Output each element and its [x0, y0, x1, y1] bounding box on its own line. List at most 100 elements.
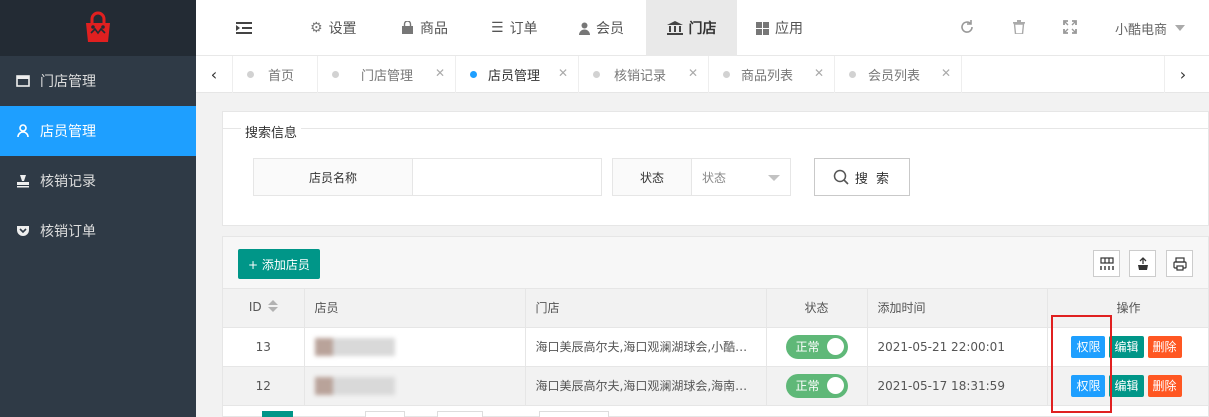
user-icon [16, 124, 30, 138]
tab-dot [723, 71, 730, 78]
permission-button[interactable]: 权限 [1071, 374, 1106, 397]
sidebar-item-label: 店员管理 [40, 124, 96, 140]
pager-jump-button[interactable] [437, 411, 483, 417]
nav-label: 订单 [509, 21, 538, 37]
column-label: ID [248, 300, 262, 315]
column-header-added-time: 添加时间 [867, 289, 1048, 328]
column-header-staff: 店员 [304, 289, 526, 328]
sidebar-item-store-management[interactable]: 门店管理 [0, 56, 196, 106]
tab-label: 商品列表 [741, 69, 794, 84]
tab-store-management[interactable]: 门店管理 ✕ [318, 56, 456, 93]
cell-actions: 权限 编辑 删除 [1047, 366, 1208, 406]
search-button-label: 搜 索 [854, 171, 892, 187]
print-icon [1172, 256, 1187, 271]
user-menu[interactable]: 小酷电商 [1115, 0, 1186, 56]
permission-button[interactable]: 权限 [1071, 335, 1106, 358]
cell-id: 13 [223, 327, 305, 367]
tab-label: 店员管理 [488, 69, 541, 84]
columns-filter-button[interactable] [1093, 250, 1120, 277]
nav-label: 商品 [420, 21, 448, 37]
nav-label: 会员 [596, 21, 624, 37]
status-select[interactable]: 状态 [691, 158, 791, 196]
chevron-right-icon: › [1179, 65, 1187, 84]
nav-members[interactable]: 会员 [579, 0, 624, 56]
tab-staff-management[interactable]: 店员管理 ✕ [456, 56, 579, 93]
cell-added-time: 2021-05-21 22:00:01 [867, 327, 1048, 367]
tab-label: 门店管理 [361, 69, 414, 84]
nav-stores[interactable]: 门店 [646, 0, 737, 56]
tab-product-list[interactable]: 商品列表 ✕ [709, 56, 835, 93]
pager-current-page[interactable] [262, 411, 293, 417]
sort-icon[interactable] [267, 300, 278, 315]
status-toggle[interactable]: 正常 [785, 373, 848, 398]
column-header-status: 状态 [766, 289, 868, 328]
caret-down-icon [768, 175, 780, 181]
column-header-id[interactable]: ID [223, 289, 305, 328]
pager-size-select[interactable] [539, 411, 609, 417]
status-toggle[interactable]: 正常 [785, 334, 848, 359]
sidebar-toggle-button[interactable] [236, 0, 260, 56]
refresh-icon[interactable] [958, 18, 976, 36]
columns-icon [1099, 256, 1114, 270]
close-icon[interactable]: ✕ [435, 66, 445, 80]
edit-button[interactable]: 编辑 [1109, 335, 1144, 358]
status-toggle-label: 正常 [795, 340, 820, 354]
sidebar-item-staff-management[interactable]: 店员管理 [0, 106, 196, 156]
cell-status: 正常 [766, 327, 868, 367]
tab-label: 首页 [268, 69, 295, 84]
delete-button[interactable]: 删除 [1147, 335, 1182, 358]
tab-dot [593, 71, 600, 78]
sidebar-item-verification-records[interactable]: 核销记录 [0, 156, 196, 206]
nav-products[interactable]: 商品 [401, 0, 448, 56]
tabs-scroll-right-button[interactable]: › [1164, 56, 1201, 93]
bank-icon [666, 21, 683, 35]
menu-fold-icon [236, 22, 252, 34]
cell-store: 海口美辰高尔夫,海口观澜湖球会,海南… [525, 366, 767, 406]
nav-apps[interactable]: 应用 [756, 0, 803, 56]
tab-member-list[interactable]: 会员列表 ✕ [835, 56, 962, 93]
cell-status: 正常 [766, 366, 868, 406]
grid-icon [756, 21, 769, 35]
fullscreen-icon[interactable] [1061, 18, 1079, 36]
tab-dot [470, 71, 477, 78]
add-staff-button[interactable]: + 添加店员 [238, 249, 320, 279]
tab-home[interactable]: 首页 [233, 56, 318, 93]
sidebar: 门店管理 店员管理 核销记录 核销订单 [0, 0, 196, 417]
close-icon[interactable]: ✕ [941, 66, 951, 80]
close-icon[interactable]: ✕ [814, 66, 824, 80]
table-row: 13 海口美辰高尔夫,海口观澜湖球会,小酷… 正常 2021-05-21 22:… [223, 327, 1208, 367]
edit-button[interactable]: 编辑 [1109, 374, 1144, 397]
table-header-row: ID 店员 门店 状态 添加时间 操作 [223, 289, 1208, 328]
pager-input[interactable] [365, 411, 405, 417]
table-toolbar: + 添加店员 [223, 237, 1208, 289]
trash-icon[interactable] [1010, 18, 1028, 36]
search-button[interactable]: 搜 索 [814, 158, 910, 196]
caret-down-icon [1175, 25, 1186, 31]
staff-name-label: 店员名称 [253, 158, 413, 196]
print-button[interactable] [1166, 250, 1193, 277]
staff-name-input[interactable] [412, 158, 602, 196]
cell-staff [304, 327, 526, 367]
tab-dot [332, 71, 339, 78]
user-name: 小酷电商 [1115, 22, 1168, 38]
cell-added-time: 2021-05-17 18:31:59 [867, 366, 1048, 406]
nav-label: 应用 [775, 21, 803, 37]
staff-avatar-blurred [314, 337, 395, 356]
delete-button[interactable]: 删除 [1147, 374, 1182, 397]
tabs-scroll-left-button[interactable]: ‹ [196, 56, 233, 93]
tab-label: 核销记录 [614, 69, 667, 84]
close-icon[interactable]: ✕ [688, 66, 698, 80]
nav-orders[interactable]: ☰ 订单 [491, 0, 538, 56]
add-staff-label: + 添加店员 [248, 257, 310, 272]
toggle-knob [826, 377, 844, 394]
cell-staff [304, 366, 526, 406]
nav-settings[interactable]: ⚙ 设置 [310, 0, 357, 56]
staff-avatar-blurred [314, 376, 395, 395]
search-panel: 搜索信息 店员名称 状态 状态 搜 索 [222, 111, 1209, 226]
sidebar-item-verification-orders[interactable]: 核销订单 [0, 206, 196, 256]
tab-verification-records[interactable]: 核销记录 ✕ [579, 56, 709, 93]
export-button[interactable] [1129, 250, 1156, 277]
logo[interactable] [0, 0, 196, 56]
search-legend: 搜索信息 [241, 122, 302, 141]
close-icon[interactable]: ✕ [558, 66, 568, 80]
